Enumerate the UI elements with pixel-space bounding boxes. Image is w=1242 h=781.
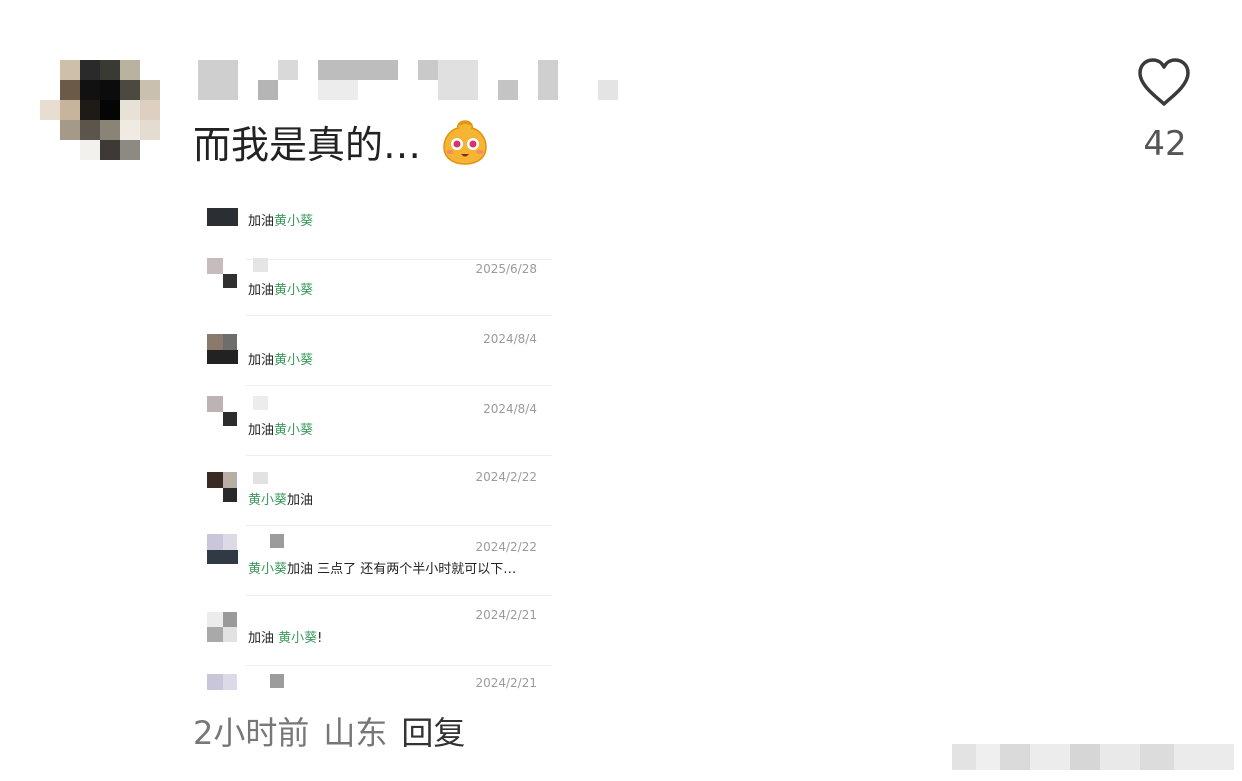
message-date: 2024/8/4 [483, 402, 537, 416]
list-item: 黄小葵加油 2024/2/22 [200, 456, 555, 526]
message-text: 加油黄小葵 [248, 283, 314, 298]
message-text: 加油黄小葵 [248, 353, 314, 368]
watermark [952, 740, 1237, 774]
message-date: 2024/2/21 [475, 676, 537, 690]
comment-time: 2小时前 [193, 714, 310, 752]
list-item: 加油黄小葵 2024/8/4 [200, 316, 555, 386]
list-item: 加油黄小葵 2025/6/28 [200, 246, 555, 316]
list-item: 加油黄小葵 2024/8/4 [200, 386, 555, 456]
message-date: 2024/2/22 [475, 540, 537, 554]
message-text: 黄小葵加油 三点了 还有两个半小时就可以下… [248, 562, 517, 577]
message-date: 2024/8/4 [483, 332, 537, 346]
message-text: 加油黄小葵 [248, 214, 314, 229]
message-text: 黄小葵加油 [248, 493, 314, 508]
reply-button[interactable]: 回复 [401, 714, 465, 752]
list-item: 黄小葵加油 三点了 还有两个半小时就可以下… 2024/2/22 [200, 526, 555, 596]
message-date: 2024/2/21 [475, 608, 537, 622]
list-item: 2024/2/21 [200, 666, 555, 690]
heart-outline-icon[interactable] [1136, 56, 1192, 108]
comment-text: 而我是真的… [193, 123, 422, 167]
list-item: 加油 黄小葵! 2024/2/21 [200, 596, 555, 666]
attached-screenshot[interactable]: 加油黄小葵 加油黄小葵 2025/6/28 加油黄小葵 2024/8/4 加油黄… [200, 190, 555, 690]
avatar[interactable] [40, 60, 160, 160]
message-text: 加油黄小葵 [248, 423, 314, 438]
username-redacted[interactable] [198, 60, 618, 100]
comment-meta: 2小时前 山东 回复 [193, 708, 479, 754]
like-count: 42 [1143, 124, 1187, 164]
comment-location: 山东 [323, 714, 388, 752]
smiling-face-emoji [443, 120, 487, 165]
message-text: 加油 黄小葵! [248, 631, 323, 646]
message-date: 2024/2/22 [475, 470, 537, 484]
message-date: 2025/6/28 [475, 262, 537, 276]
